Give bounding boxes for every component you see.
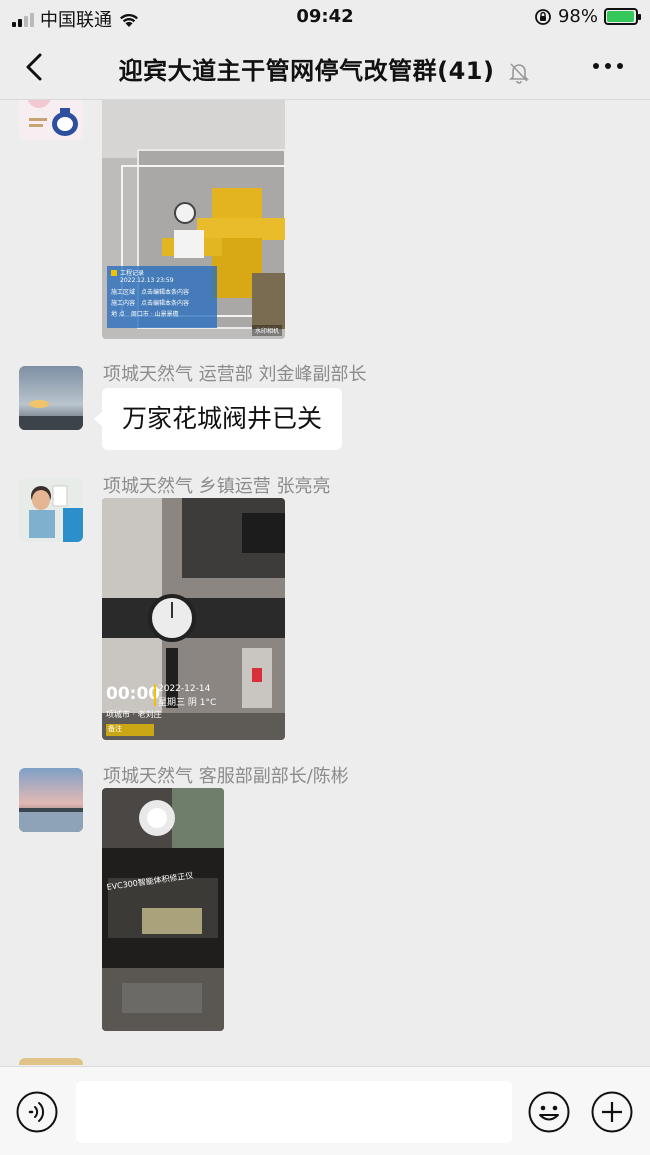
image-message[interactable]: EVC300智能体积修正仪: [102, 788, 224, 1031]
record-date: 2022.12.13 23:59: [120, 277, 174, 284]
battery-charging-icon: [604, 8, 641, 25]
record-row: 地 点 周口市 · 山景景檐: [111, 309, 213, 318]
voice-icon[interactable]: [16, 1091, 58, 1133]
record-row: 施工区域 点击编辑本条内容: [111, 287, 213, 296]
record-row-value: 点击编辑本条内容: [141, 289, 190, 296]
record-row-label: 地 点: [111, 311, 125, 318]
image-message[interactable]: 工程记录 2022.12.13 23:59 施工区域 点击编辑本条内容 施工内容…: [102, 100, 285, 339]
sender-name: 项城天然气 客服部副部长/陈彬: [103, 766, 349, 787]
emoji-icon[interactable]: [528, 1091, 570, 1133]
avatar[interactable]: [19, 366, 83, 430]
battery-percent: 98%: [557, 6, 598, 27]
status-bar: 中国联通 09:42 98%: [0, 0, 650, 34]
camera-time: 00:00: [106, 684, 161, 704]
record-overlay: 工程记录 2022.12.13 23:59 施工区域 点击编辑本条内容 施工内容…: [107, 266, 217, 328]
avatar[interactable]: [19, 478, 83, 542]
watermark-label: 水印相机: [251, 325, 282, 336]
chat-title: 迎宾大道主干管网停气改管群(41): [0, 51, 650, 86]
camera-date: 2022-12-14: [158, 684, 211, 694]
chat-title-text: 迎宾大道主干管网停气改管群(41): [118, 57, 495, 85]
camera-location: 项城市 · 老刘庄: [106, 710, 162, 719]
camera-note: 备注: [106, 724, 154, 736]
message-list[interactable]: 工程记录 2022.12.13 23:59 施工区域 点击编辑本条内容 施工内容…: [0, 100, 650, 1065]
sender-name: 项城天然气 运营部 刘金峰副部长: [103, 364, 367, 385]
status-right: 98%: [534, 6, 641, 27]
plus-icon[interactable]: [591, 1091, 633, 1133]
more-icon[interactable]: [588, 54, 628, 78]
avatar[interactable]: [19, 1058, 83, 1065]
record-title: 工程记录: [120, 270, 145, 277]
camera-weather: 星期三 阴 1°C: [158, 698, 217, 708]
record-row: 施工内容 点击编辑本条内容: [111, 298, 213, 307]
avatar[interactable]: [19, 768, 83, 832]
image-message[interactable]: 00:00 2022-12-14 星期三 阴 1°C 项城市 · 老刘庄 备注: [102, 498, 285, 740]
record-row-value: 点击编辑本条内容: [141, 300, 190, 307]
orientation-lock-icon: [535, 8, 551, 25]
input-bar: [0, 1066, 650, 1155]
record-row-label: 施工区域: [111, 289, 136, 296]
sender-name: 项城天然气 乡镇运营 张亮亮: [103, 476, 331, 497]
text-bubble[interactable]: 万家花城阀井已关: [93, 388, 343, 450]
record-row-label: 施工内容: [111, 300, 136, 307]
message-input[interactable]: [76, 1081, 512, 1143]
record-icon: [111, 269, 117, 276]
mute-bell-icon: [509, 63, 530, 84]
camera-divider: [154, 684, 156, 706]
avatar[interactable]: [19, 100, 83, 140]
chat-header: 迎宾大道主干管网停气改管群(41): [0, 34, 650, 100]
record-row-value: 周口市 · 山景景檐: [130, 311, 179, 318]
